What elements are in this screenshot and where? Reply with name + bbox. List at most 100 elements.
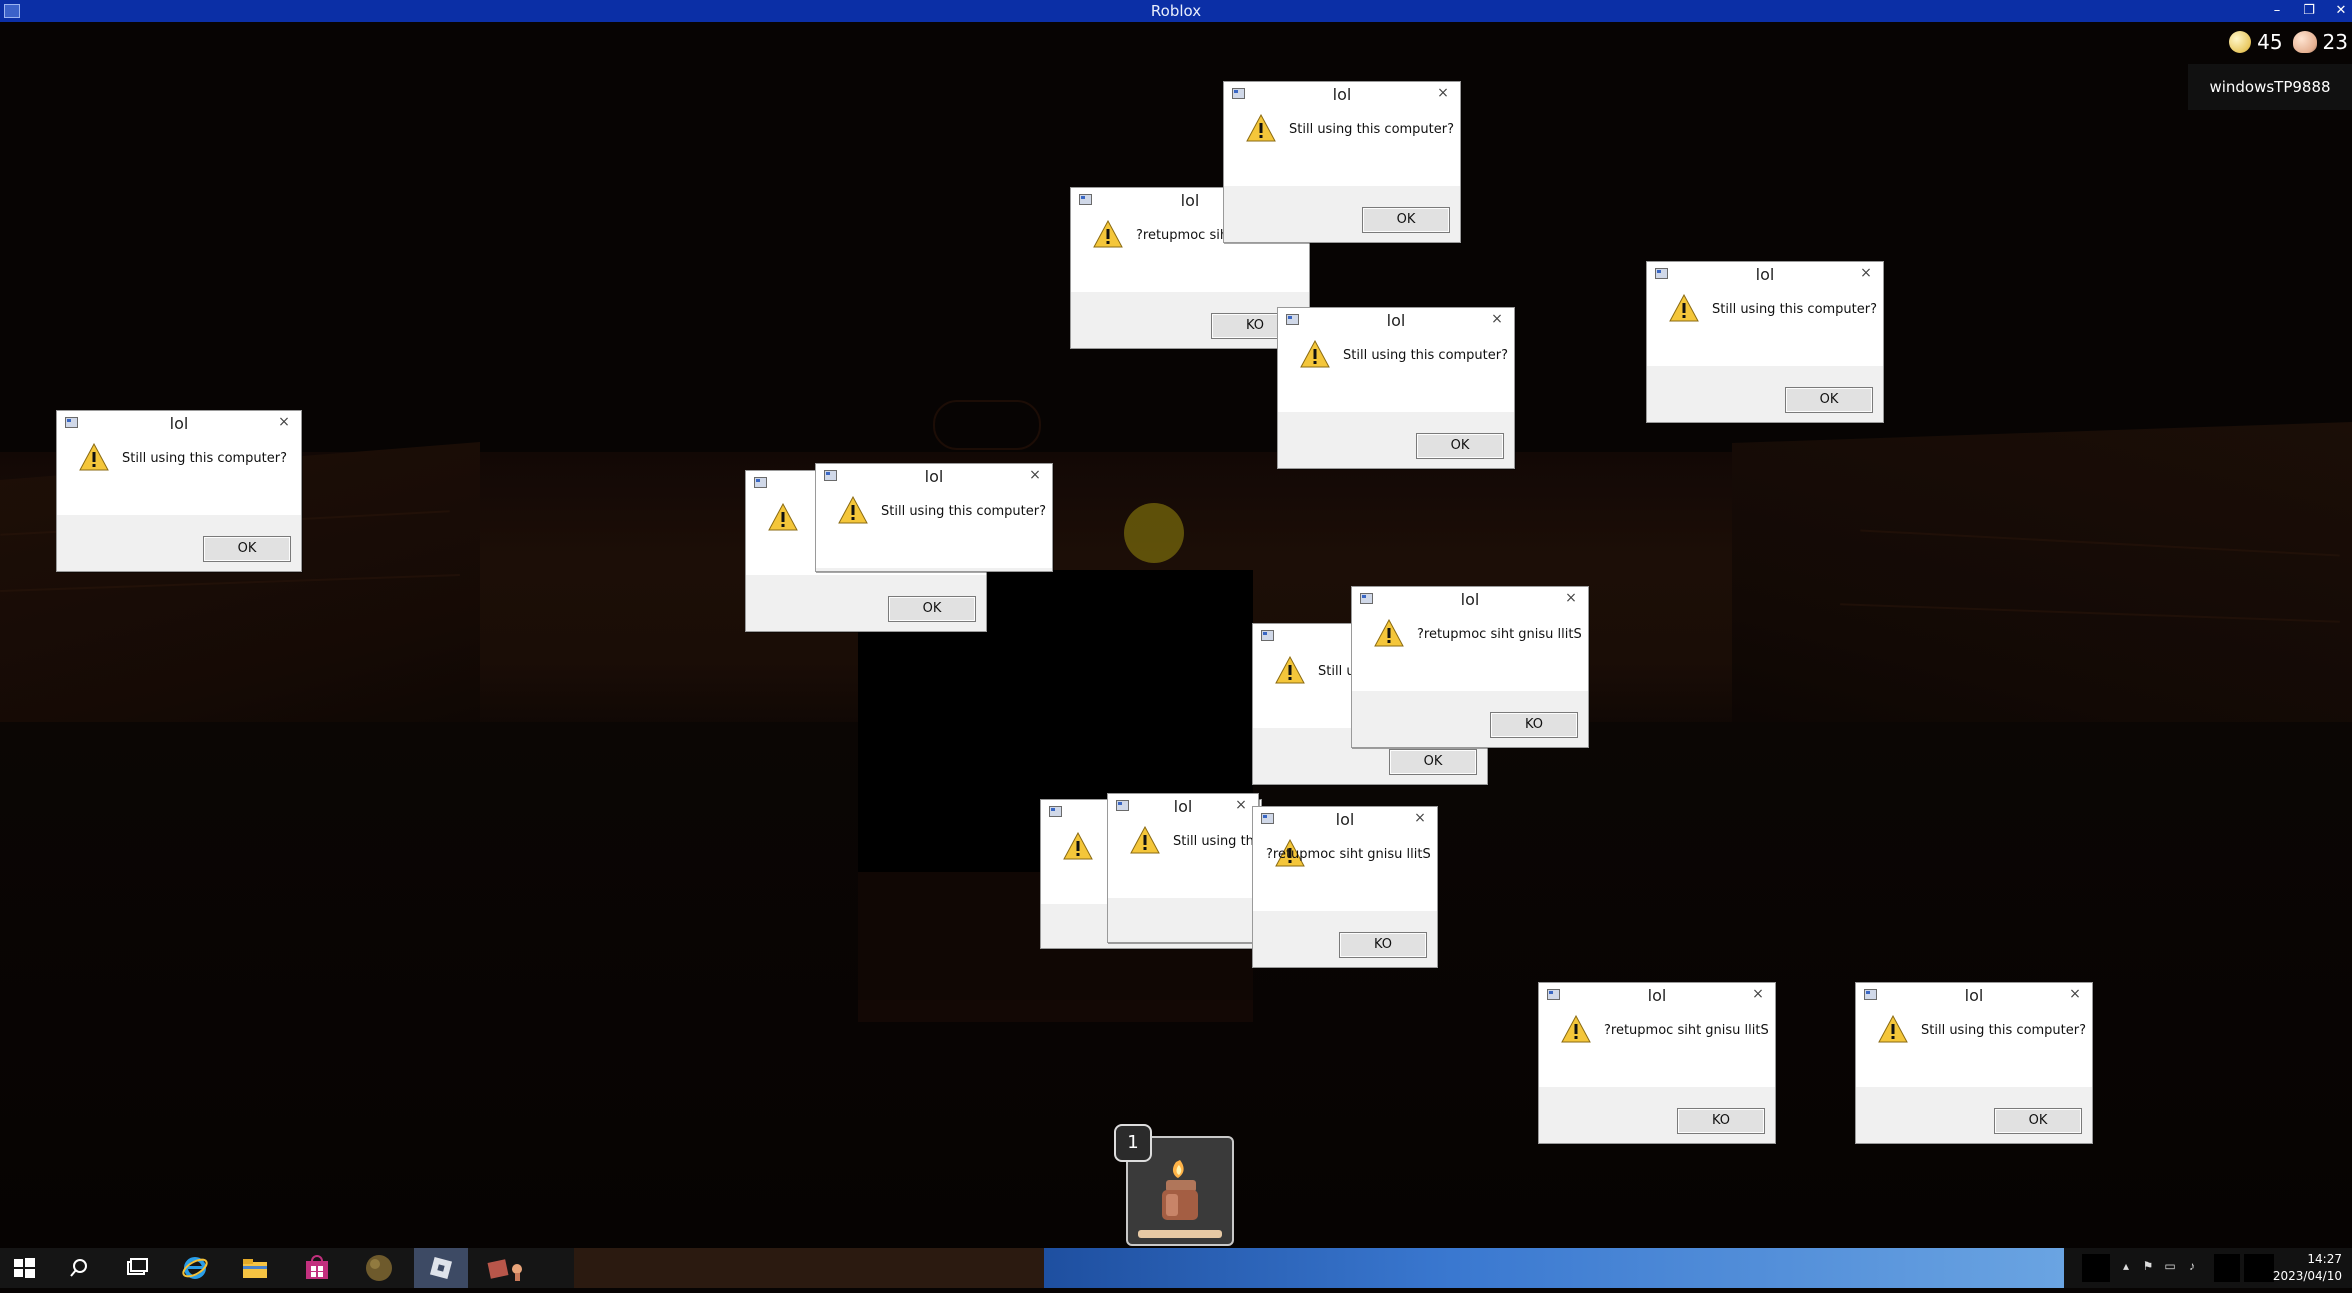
dialog-close-icon[interactable]: × <box>1232 796 1250 814</box>
alert-dialog[interactable]: lol × ?retupmoc siht gnisu llitS KO <box>1252 806 1438 968</box>
dialog-titlebar[interactable]: lol × <box>816 464 1052 488</box>
dialog-message: Still using this computer? <box>881 504 1047 519</box>
clock-date[interactable]: 2023/04/10 <box>2273 1269 2342 1283</box>
chevron-up-icon[interactable]: ▴ <box>2118 1258 2134 1274</box>
dialog-close-icon[interactable]: × <box>275 413 293 431</box>
coin-counter: 45 <box>2229 30 2283 54</box>
window-titlebar: Roblox – ❐ ✕ <box>0 0 2352 22</box>
dialog-close-icon[interactable]: × <box>1411 809 1429 827</box>
hotbar-slot-1[interactable]: 1 <box>1114 1124 1234 1246</box>
alert-dialog[interactable]: lol × Still using this co <box>1107 793 1259 943</box>
task-view-icon <box>127 1258 148 1275</box>
taskbar-app-roblox[interactable] <box>414 1248 468 1288</box>
search-icon <box>70 1259 87 1277</box>
warning-icon <box>1878 1014 1908 1043</box>
coin-icon <box>2229 31 2252 53</box>
dialog-message: Still using this computer? <box>1289 122 1455 137</box>
dialog-title: lol <box>1647 986 1667 1005</box>
dialog-titlebar[interactable]: lol × <box>57 411 301 435</box>
dialog-titlebar[interactable]: lol × <box>1278 308 1514 332</box>
dialog-titlebar[interactable]: lol × <box>1647 262 1883 286</box>
dialog-ok-button[interactable]: OK <box>1389 749 1477 775</box>
dialog-close-icon[interactable]: × <box>1026 466 1044 484</box>
alert-dialog[interactable]: lol × Still using this computer? OK <box>1277 307 1515 469</box>
warning-icon <box>1561 1014 1591 1043</box>
dialog-titlebar[interactable]: lol × <box>1253 807 1437 831</box>
tray-app-icon[interactable] <box>2082 1254 2110 1282</box>
dialog-titlebar[interactable]: lol × <box>1856 983 2092 1007</box>
dialog-ok-button[interactable]: OK <box>888 596 976 622</box>
dialog-titlebar[interactable]: lol × <box>1224 82 1460 106</box>
dialog-ok-button[interactable]: KO <box>1490 712 1578 738</box>
currency-hud: 45 23 <box>2229 24 2352 60</box>
warning-icon <box>1093 219 1123 248</box>
taskbar-app-globe[interactable] <box>352 1248 406 1288</box>
taskbar-wallpaper-right <box>1044 1248 2064 1288</box>
warning-icon <box>838 495 868 524</box>
taskbar-wallpaper-left <box>574 1248 1044 1288</box>
taskbar-app-ie[interactable] <box>168 1248 222 1288</box>
alert-dialog[interactable]: lol × Still using this computer? <box>815 463 1053 572</box>
internet-explorer-icon <box>182 1257 208 1279</box>
start-button[interactable] <box>0 1248 48 1288</box>
dialog-titlebar[interactable]: lol × <box>1352 587 1588 611</box>
item-durability-bar <box>1138 1230 1222 1238</box>
shell-icon <box>2292 31 2317 53</box>
dialog-message: Still using this co <box>1173 834 1258 849</box>
dialog-close-icon[interactable]: × <box>1749 985 1767 1003</box>
dialog-close-icon[interactable]: × <box>1434 84 1452 102</box>
minimize-icon[interactable]: – <box>2270 4 2284 18</box>
warning-icon <box>1130 825 1160 854</box>
tray-app-icon-2[interactable] <box>2214 1254 2240 1282</box>
dialog-ok-button[interactable]: KO <box>1677 1108 1765 1134</box>
dialog-ok-button[interactable]: OK <box>1785 387 1873 413</box>
alert-dialog[interactable]: lol × Still using this computer? OK <box>1223 81 1461 243</box>
dialog-close-icon[interactable]: × <box>1488 310 1506 328</box>
store-icon <box>306 1255 328 1279</box>
clock-time[interactable]: 14:27 <box>2307 1252 2342 1266</box>
search-button[interactable] <box>52 1248 106 1288</box>
alert-dialog[interactable]: lol × ?retupmoc siht gnisu llitS KO <box>1538 982 1776 1144</box>
warning-icon <box>1063 831 1093 860</box>
warning-icon <box>1669 293 1699 322</box>
alert-dialog[interactable]: lol × ?retupmoc siht gnisu llitS KO <box>1351 586 1589 748</box>
orb-app-icon <box>366 1255 392 1281</box>
close-icon[interactable]: ✕ <box>2334 4 2348 18</box>
dialog-titlebar[interactable]: lol × <box>1108 794 1258 818</box>
dialog-ok-button[interactable]: OK <box>1416 433 1504 459</box>
tray-app-icon-3[interactable] <box>2244 1254 2274 1282</box>
dialog-title: lol <box>1335 810 1355 829</box>
task-view-button[interactable] <box>110 1248 164 1288</box>
system-tray: ▴ ⚑ ▭ ♪ 14:27 2023/04/10 <box>2064 1248 2352 1288</box>
dialog-title: lol <box>1755 265 1775 284</box>
warning-icon <box>1374 618 1404 647</box>
game-thumbnail-icon <box>487 1259 522 1281</box>
dialog-ok-button[interactable]: KO <box>1339 932 1427 958</box>
dialog-titlebar[interactable]: lol × <box>1539 983 1775 1007</box>
dialog-ok-button[interactable]: OK <box>1362 207 1450 233</box>
alert-dialog[interactable]: lol × Still using this computer? OK <box>56 410 302 572</box>
flag-icon[interactable]: ⚑ <box>2140 1258 2156 1274</box>
dialog-close-icon[interactable]: × <box>2066 985 2084 1003</box>
dialog-close-icon[interactable]: × <box>1562 589 1580 607</box>
wall-sign <box>933 400 1041 450</box>
dialog-message: ?retupmoc siht gnisu llitS <box>1266 847 1431 862</box>
slot-number: 1 <box>1114 1124 1152 1162</box>
taskbar-app-game[interactable] <box>480 1248 534 1288</box>
restore-icon[interactable]: ❐ <box>2302 4 2316 18</box>
roblox-icon <box>429 1256 453 1280</box>
taskbar-app-explorer[interactable] <box>228 1248 282 1288</box>
dialog-ok-button[interactable]: OK <box>1994 1108 2082 1134</box>
volume-icon[interactable]: ♪ <box>2184 1258 2200 1274</box>
alert-dialog[interactable]: lol × Still using this computer? OK <box>1646 261 1884 423</box>
player-name-tag: windowsTP9888 <box>2188 64 2352 110</box>
network-icon[interactable]: ▭ <box>2162 1258 2178 1274</box>
taskbar-app-store[interactable] <box>290 1248 344 1288</box>
dialog-message: Still using this computer? <box>1921 1023 2087 1038</box>
dialog-ok-button[interactable]: OK <box>203 536 291 562</box>
dialog-title: lol <box>1332 85 1352 104</box>
dialog-close-icon[interactable]: × <box>1857 264 1875 282</box>
alert-dialog[interactable]: lol × Still using this computer? OK <box>1855 982 2093 1144</box>
dialog-message: ?retupmoc siht gnisu llitS <box>1417 627 1582 642</box>
taskbar: ▴ ⚑ ▭ ♪ 14:27 2023/04/10 <box>0 1248 2352 1288</box>
